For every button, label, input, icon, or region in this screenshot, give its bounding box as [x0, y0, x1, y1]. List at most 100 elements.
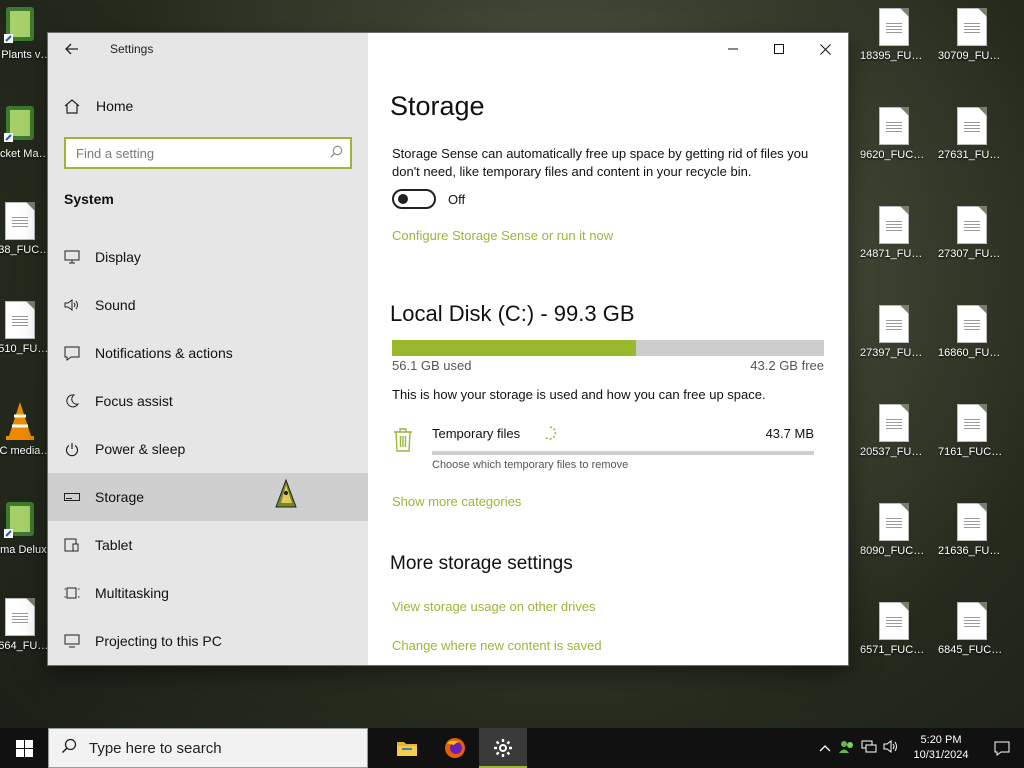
- clock-date: 10/31/2024: [913, 749, 969, 761]
- desktop-icon-label: 28 Plants vs. Zombies: [0, 49, 54, 61]
- search-icon: [49, 738, 89, 759]
- minimize-button[interactable]: [710, 33, 756, 65]
- change-new-content-location-link[interactable]: Change where new content is saved: [392, 638, 602, 653]
- settings-gear-icon[interactable]: [479, 728, 527, 768]
- document-icon: [879, 602, 909, 640]
- storage-sense-toggle-row: Off: [392, 189, 465, 209]
- volume-icon[interactable]: [880, 740, 902, 756]
- sidebar-item-focus-assist[interactable]: Focus assist: [48, 377, 368, 425]
- sidebar-item-multitasking[interactable]: Multitasking: [48, 569, 368, 617]
- category-size: 43.7 MB: [765, 426, 814, 441]
- desktop-icon[interactable]: 27307_FUCK_...: [938, 206, 1006, 260]
- sidebar-item-power-sleep[interactable]: Power & sleep: [48, 425, 368, 473]
- desktop-icon[interactable]: 20537_FUCK_...: [860, 404, 928, 458]
- desktop-icon[interactable]: 27397_FUCK_...: [860, 305, 928, 359]
- storage-sense-toggle[interactable]: [392, 189, 436, 209]
- desktop-icon[interactable]: Rocket Mania Deluxe: [0, 103, 54, 160]
- taskbar-search-input[interactable]: [89, 739, 367, 757]
- desktop-icon[interactable]: 6238_FUCK_...: [0, 202, 54, 256]
- desktop-icon-label: 7161_FUCK_...: [938, 446, 1006, 458]
- show-more-categories-link[interactable]: Show more categories: [392, 494, 521, 509]
- multitasking-icon: [48, 586, 95, 600]
- sidebar-item-tablet[interactable]: Tablet: [48, 521, 368, 569]
- sidebar-item-projecting-to-this-pc[interactable]: Projecting to this PC: [48, 617, 368, 665]
- sidebar-item-label: Tablet: [95, 537, 133, 553]
- network-icon[interactable]: [858, 740, 880, 756]
- sidebar-item-display[interactable]: Display: [48, 233, 368, 281]
- title-bar: Settings: [48, 33, 368, 65]
- display-icon: [48, 250, 95, 264]
- local-disk-title: Local Disk (C:) - 99.3 GB: [390, 301, 635, 326]
- taskbar-search[interactable]: [48, 728, 368, 768]
- notifications-icon: [48, 346, 95, 361]
- people-icon[interactable]: [836, 740, 858, 757]
- desktop-icon-label: 8090_FUCK_...: [860, 545, 928, 557]
- document-icon: [879, 503, 909, 541]
- projecting-icon: [48, 634, 95, 648]
- system-nav-list: Display Sound Notifications & actions Focus…: [48, 233, 368, 665]
- document-icon: [957, 107, 987, 145]
- desktop-icon[interactable]: 16510_FUCK_...: [0, 301, 54, 355]
- start-button[interactable]: [0, 728, 48, 768]
- sound-icon: [48, 298, 95, 312]
- app-shortcut-icon: [4, 502, 34, 538]
- find-setting-input[interactable]: [66, 145, 322, 161]
- desktop-icon[interactable]: 6845_FUCK_...: [938, 602, 1006, 656]
- desktop-icon-label: 23664_FUCK_...: [0, 640, 54, 652]
- document-icon: [957, 305, 987, 343]
- home-icon: [48, 98, 96, 114]
- disk-free-label: 43.2 GB free: [750, 358, 824, 373]
- firefox-icon[interactable]: [431, 728, 479, 768]
- desktop-icon[interactable]: 9620_FUCK_...: [860, 107, 928, 161]
- close-button[interactable]: [802, 33, 848, 65]
- desktop-icon-label: 18395_FUCK_...: [860, 50, 928, 62]
- desktop-icon[interactable]: 7161_FUCK_...: [938, 404, 1006, 458]
- desktop-icon[interactable]: 23664_FUCK_...: [0, 598, 54, 652]
- configure-storage-sense-link[interactable]: Configure Storage Sense or run it now: [392, 228, 613, 243]
- file-explorer-icon[interactable]: [383, 728, 431, 768]
- app-shortcut-icon: [4, 106, 34, 142]
- desktop-icon-label: Rocket Mania Deluxe: [0, 148, 54, 160]
- search-icon[interactable]: [322, 145, 350, 161]
- desktop-icon[interactable]: 21636_FUCK_...: [938, 503, 1006, 557]
- desktop-icon-label: 16860_FUCK_...: [938, 347, 1006, 359]
- settings-window: Settings Home System Display Sound Notific…: [48, 33, 848, 665]
- find-setting-search[interactable]: [64, 137, 352, 169]
- app-shortcut-icon: [4, 7, 34, 43]
- category-hint: Choose which temporary files to remove: [432, 459, 629, 471]
- maximize-button[interactable]: [756, 33, 802, 65]
- sidebar-item-label: Projecting to this PC: [95, 633, 222, 649]
- desktop-icon[interactable]: 24871_FUCK_...: [860, 206, 928, 260]
- chevron-up-icon[interactable]: [814, 741, 836, 755]
- back-arrow-icon[interactable]: [48, 33, 96, 65]
- desktop-icon[interactable]: 6571_FUCK_...: [860, 602, 928, 656]
- sidebar-home[interactable]: Home: [48, 83, 368, 129]
- desktop-icon-label: 24871_FUCK_...: [860, 248, 928, 260]
- document-icon: [957, 404, 987, 442]
- desktop-icon-label: 6845_FUCK_...: [938, 644, 1006, 656]
- desktop-icon[interactable]: 8090_FUCK_...: [860, 503, 928, 557]
- sidebar-item-notifications-actions[interactable]: Notifications & actions: [48, 329, 368, 377]
- system-tray: 5:20 PM 10/31/2024: [814, 728, 1024, 768]
- desktop-icon-label: 16510_FUCK_...: [0, 343, 54, 355]
- desktop-icon-label: 30709_FUCK_...: [938, 50, 1006, 62]
- view-other-drives-link[interactable]: View storage usage on other drives: [392, 599, 596, 614]
- document-icon: [879, 107, 909, 145]
- notification-center-icon[interactable]: [980, 741, 1024, 756]
- sidebar-item-sound[interactable]: Sound: [48, 281, 368, 329]
- desktop-icon[interactable]: 18395_FUCK_...: [860, 8, 928, 62]
- sidebar-item-storage[interactable]: Storage: [48, 473, 368, 521]
- desktop-icon[interactable]: 16860_FUCK_...: [938, 305, 1006, 359]
- desktop-icon[interactable]: Zuma Deluxe: [0, 499, 54, 556]
- desktop-icon[interactable]: 28 Plants vs. Zombies: [0, 4, 54, 61]
- temporary-files-category[interactable]: Temporary files 43.7 MB Choose which tem…: [392, 421, 824, 477]
- power-icon: [48, 442, 95, 457]
- desktop-icon[interactable]: VLC media player: [0, 400, 54, 457]
- desktop-icon[interactable]: 27631_FUCK_...: [938, 107, 1006, 161]
- home-label: Home: [96, 98, 134, 114]
- taskbar-clock[interactable]: 5:20 PM 10/31/2024: [902, 733, 980, 763]
- desktop-icon-label: 9620_FUCK_...: [860, 149, 928, 161]
- desktop-icon[interactable]: 30709_FUCK_...: [938, 8, 1006, 62]
- window-controls: [710, 33, 848, 65]
- document-icon: [879, 305, 909, 343]
